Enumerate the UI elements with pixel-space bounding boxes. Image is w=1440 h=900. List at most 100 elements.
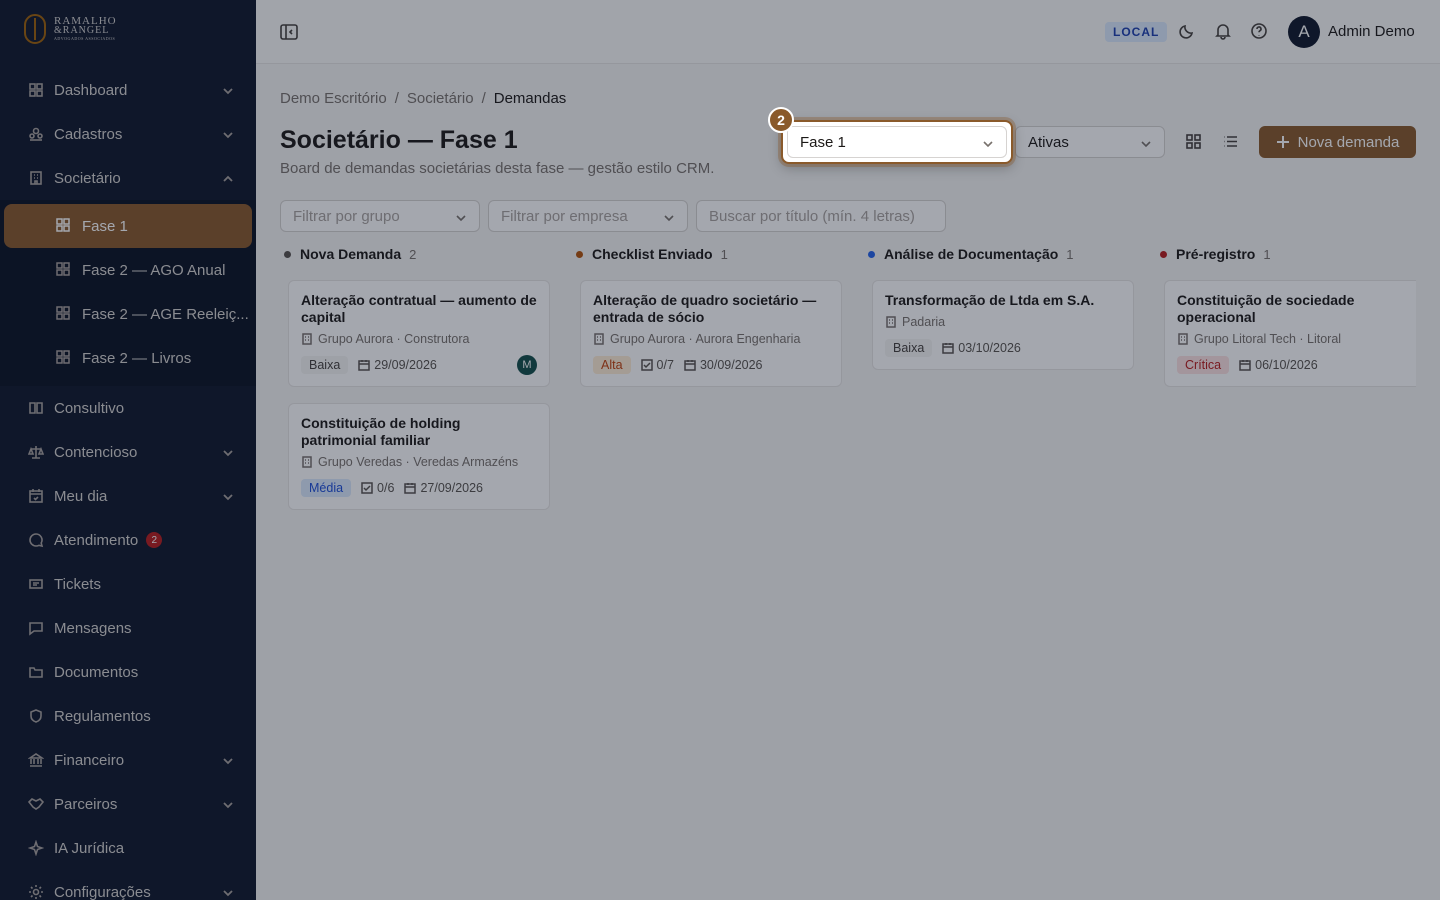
chevron-down-icon [222,886,234,898]
group-filter-placeholder: Filtrar por grupo [293,207,400,225]
grid-icon [56,218,72,234]
column-count: 1 [1066,246,1074,262]
column-header-checklist-enviado: Checklist Enviado 1 [576,244,728,264]
priority-badge: Alta [593,356,631,374]
sidebar-item-label: Regulamentos [54,707,151,725]
sidebar-item-contencioso[interactable]: Contencioso [0,430,256,474]
due-date: 27/09/2026 [404,481,483,495]
sidebar-item-label: Contencioso [54,443,138,461]
sidebar-item-configuracoes[interactable]: Configurações [0,870,256,900]
sidebar-subitem-fase-2-ago[interactable]: Fase 2 — AGO Anual [4,248,252,292]
company-filter-select[interactable]: Filtrar por empresa [488,200,688,232]
card-org-label: Grupo Aurora · Construtora [318,332,470,346]
due-date: 29/09/2026 [358,358,437,372]
tour-step-badge: 2 [768,107,794,133]
main-content: Demo Escritório / Societário / Demandas … [256,64,1440,900]
sidebar-item-financeiro[interactable]: Financeiro [0,738,256,782]
brand-logo[interactable]: RAMALHO &RANGEL ADVOGADOS ASSOCIADOS [0,0,256,58]
sidebar-subitem-fase-2-livros[interactable]: Fase 2 — Livros [4,336,252,380]
sidebar-item-dashboard[interactable]: Dashboard [0,68,256,112]
demand-card[interactable]: Alteração contratual — aumento de capita… [288,280,550,387]
user-name[interactable]: Admin Demo [1328,23,1415,40]
building-icon [1178,333,1188,345]
column-header-nova-demanda: Nova Demanda 2 [284,244,416,264]
sidebar-item-label: IA Jurídica [54,839,125,857]
handshake-icon [28,796,44,812]
sidebar-subitem-label: Fase 1 [82,217,128,235]
card-title: Transformação de Ltda em S.A. [885,292,1095,308]
sidebar-nav: Dashboard Cadastros Societário Fase 1 Fa… [0,58,256,900]
column-header-pre-registro: Pré-registro 1 [1160,244,1271,264]
sidebar-subitem-label: Fase 2 — AGE Reeleiç... [82,305,249,323]
checkbox-icon [361,482,373,494]
priority-badge: Baixa [301,356,349,374]
checklist-progress: 0/6 [361,481,394,495]
sidebar-subitem-label: Fase 2 — Livros [82,349,192,367]
sidebar-item-tickets[interactable]: Tickets [0,562,256,606]
tour-spotlight: Fase 1 [781,120,1013,164]
company-filter-placeholder: Filtrar por empresa [501,207,628,225]
sidebar-item-societario[interactable]: Societário [0,156,256,200]
sidebar-item-atendimento[interactable]: Atendimento 2 [0,518,256,562]
sidebar-item-consultivo[interactable]: Consultivo [0,386,256,430]
breadcrumb-item[interactable]: Societário [407,90,474,107]
chevron-up-icon [222,172,234,184]
help-icon[interactable] [1250,22,1270,42]
building-icon [302,456,312,468]
grid-icon [56,262,72,278]
status-select[interactable]: Ativas [1015,126,1165,158]
breadcrumb-separator: / [481,90,486,107]
sidebar-subitem-fase-1[interactable]: Fase 1 [4,204,252,248]
search-input[interactable] [696,200,946,232]
card-meta: Baixa 29/09/2026 M [301,355,537,375]
sidebar-item-ia-juridica[interactable]: IA Jurídica [0,826,256,870]
societario-subnav: Fase 1 Fase 2 — AGO Anual Fase 2 — AGE R… [0,200,256,386]
demand-card[interactable]: Constituição de sociedade operacional Gr… [1164,280,1416,387]
chevron-down-icon [663,211,675,223]
sparkle-icon [28,840,44,856]
sidebar-item-parceiros[interactable]: Parceiros [0,782,256,826]
bell-icon[interactable] [1214,22,1234,42]
breadcrumb-separator: / [394,90,399,107]
card-organization: Grupo Veredas · Veredas Armazéns [301,455,537,469]
sidebar-item-documentos[interactable]: Documentos [0,650,256,694]
column-count: 1 [1263,246,1271,262]
group-filter-select[interactable]: Filtrar por grupo [280,200,480,232]
list-view-button[interactable] [1215,126,1245,156]
sidebar-toggle-icon[interactable] [280,24,298,40]
sidebar-item-mensagens[interactable]: Mensagens [0,606,256,650]
due-date: 06/10/2026 [1239,358,1318,372]
chevron-down-icon [222,754,234,766]
board-view-button[interactable] [1178,126,1208,156]
breadcrumb-item[interactable]: Demo Escritório [280,90,387,107]
grid-icon [28,82,44,98]
due-date: 30/09/2026 [684,358,763,372]
sidebar-item-cadastros[interactable]: Cadastros [0,112,256,156]
calendar-icon [404,483,417,494]
sidebar-item-regulamentos[interactable]: Regulamentos [0,694,256,738]
demand-card[interactable]: Alteração de quadro societário — entrada… [580,280,842,387]
page-subtitle: Board de demandas societárias desta fase… [280,160,715,177]
calendar-icon [684,360,696,371]
due-date: 03/10/2026 [942,341,1021,355]
sidebar-item-label: Parceiros [54,795,118,813]
phase-select[interactable]: Fase 1 [787,126,1007,158]
assignee-avatar[interactable]: M [517,355,537,375]
column-count: 1 [720,246,728,262]
breadcrumb: Demo Escritório / Societário / Demandas [280,90,566,107]
demand-card[interactable]: Transformação de Ltda em S.A. Padaria Ba… [872,280,1134,370]
column-title: Pré-registro [1176,246,1256,262]
card-org-label: Grupo Aurora · Aurora Engenharia [610,332,801,346]
card-title: Constituição de sociedade operacional [1177,292,1355,325]
grid-icon [56,306,72,322]
user-avatar[interactable]: A [1288,16,1320,48]
demand-card[interactable]: Constituição de holding patrimonial fami… [288,403,550,510]
card-meta: Crítica 06/10/2026 [1177,355,1404,375]
sidebar-subitem-fase-2-age[interactable]: Fase 2 — AGE Reeleiç... [4,292,252,336]
page-title: Societário — Fase 1 [280,126,518,154]
new-demand-button[interactable]: Nova demanda [1259,126,1416,158]
moon-icon[interactable] [1178,22,1198,42]
building-icon [302,333,312,345]
card-org-label: Grupo Litoral Tech · Litoral [1194,332,1342,346]
sidebar-item-meu-dia[interactable]: Meu dia [0,474,256,518]
